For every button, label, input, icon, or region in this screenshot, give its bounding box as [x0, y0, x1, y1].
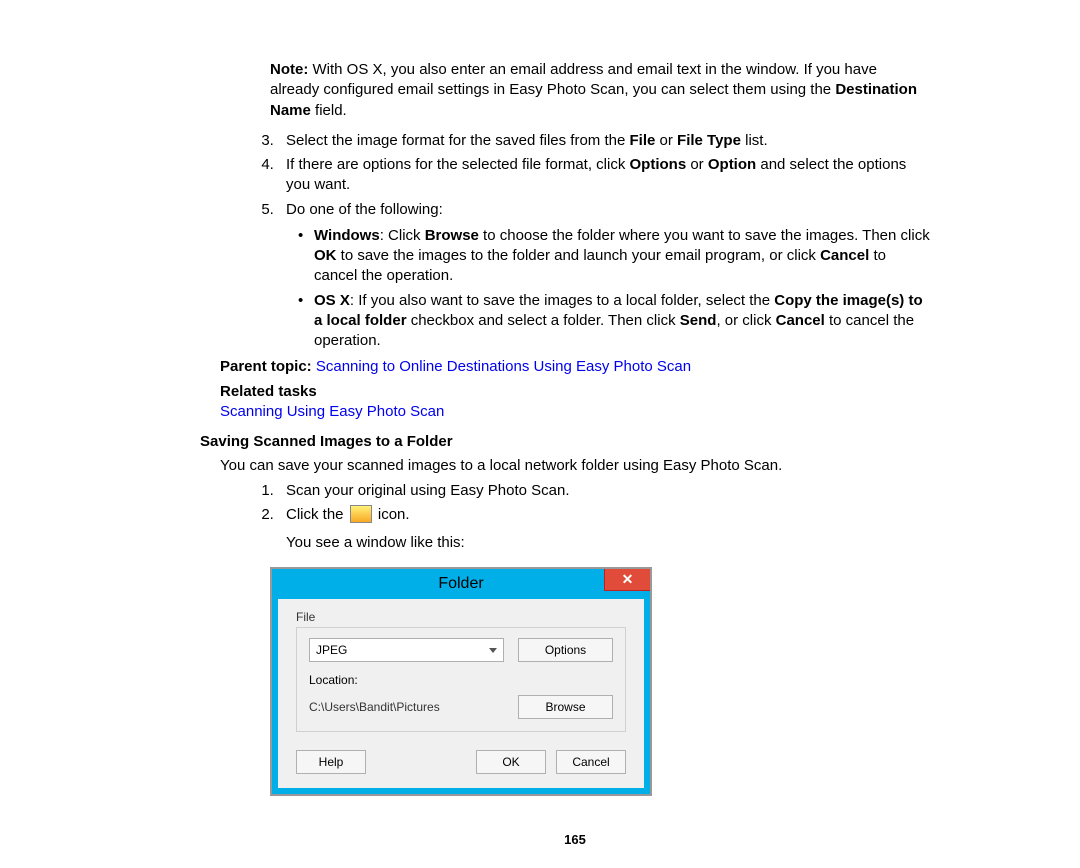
step-b2: Click the icon. You see a window like th…	[278, 505, 930, 554]
related-tasks-label: Related tasks	[220, 383, 317, 400]
note-block: Note: With OS X, you also enter an email…	[270, 60, 930, 121]
steps-list-top: Select the image format for the saved fi…	[220, 131, 930, 352]
file-group-box: JPEG Options Location: C:\Users\Bandit\P…	[296, 627, 626, 731]
folder-dialog: Folder ✕ File JPEG Options Location:	[270, 567, 652, 795]
step-3: Select the image format for the saved fi…	[278, 131, 930, 151]
help-button[interactable]: Help	[296, 750, 366, 774]
location-path: C:\Users\Bandit\Pictures	[309, 699, 504, 715]
folder-icon	[350, 505, 372, 523]
dialog-titlebar: Folder ✕	[272, 569, 650, 599]
step-5-osx: OS X: If you also want to save the image…	[298, 291, 930, 352]
location-label: Location:	[309, 672, 613, 688]
cancel-button[interactable]: Cancel	[556, 750, 626, 774]
steps-list-bottom: Scan your original using Easy Photo Scan…	[220, 481, 930, 554]
related-task-link[interactable]: Scanning Using Easy Photo Scan	[220, 403, 444, 420]
step-5: Do one of the following: Windows: Click …	[278, 200, 930, 352]
browse-button[interactable]: Browse	[518, 695, 613, 719]
parent-topic-row: Parent topic: Scanning to Online Destina…	[220, 357, 930, 377]
note-label: Note:	[270, 61, 308, 78]
dialog-title: Folder	[438, 573, 483, 595]
step-5-sublist: Windows: Click Browse to choose the fold…	[286, 226, 930, 352]
file-type-value: JPEG	[316, 642, 347, 658]
step-5-windows: Windows: Click Browse to choose the fold…	[298, 226, 930, 287]
file-type-select[interactable]: JPEG	[309, 638, 504, 662]
step-b2-after: You see a window like this:	[286, 533, 930, 553]
note-text-2: field.	[311, 102, 347, 119]
parent-topic-label: Parent topic:	[220, 358, 312, 375]
ok-button[interactable]: OK	[476, 750, 546, 774]
parent-topic-link[interactable]: Scanning to Online Destinations Using Ea…	[316, 358, 691, 375]
file-group-label: File	[296, 609, 626, 625]
step-b1: Scan your original using Easy Photo Scan…	[278, 481, 930, 501]
close-button[interactable]: ✕	[604, 569, 650, 591]
options-button[interactable]: Options	[518, 638, 613, 662]
close-icon: ✕	[622, 570, 634, 589]
page-number: 165	[220, 831, 930, 849]
note-text-1: With OS X, you also enter an email addre…	[270, 61, 877, 98]
section-intro: You can save your scanned images to a lo…	[220, 456, 930, 476]
section-heading: Saving Scanned Images to a Folder	[200, 432, 930, 452]
step-4: If there are options for the selected fi…	[278, 155, 930, 196]
